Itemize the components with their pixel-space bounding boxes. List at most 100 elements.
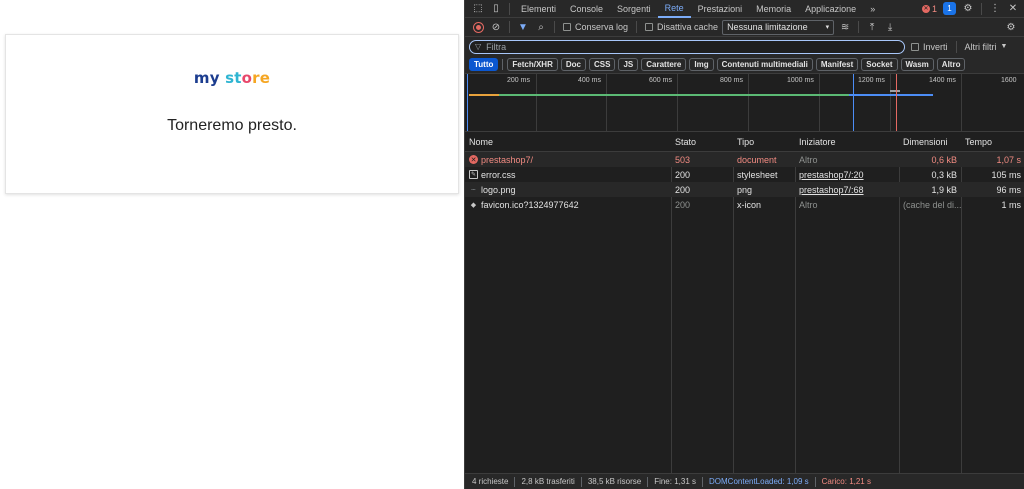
checkbox-box[interactable]: [645, 23, 654, 31]
logo-part: my: [193, 69, 220, 87]
network-settings-icon[interactable]: ⚙: [1002, 18, 1020, 36]
table-row[interactable]: ◆ favicon.ico?1324977642 200 x-icon Altr…: [465, 197, 1024, 212]
initiator-link[interactable]: prestashop7/:20: [795, 167, 899, 182]
checkbox-box[interactable]: [563, 23, 571, 31]
type-chip-js[interactable]: JS: [618, 58, 639, 71]
type-chip-all[interactable]: Tutto: [469, 58, 499, 71]
logo-part: o: [241, 69, 253, 87]
table-row[interactable]: ✎ error.css 200 stylesheet prestashop7/:…: [465, 167, 1024, 182]
filter-input-wrapper[interactable]: ▽: [469, 39, 905, 54]
type-chip-css[interactable]: CSS: [588, 58, 616, 71]
timeline-tick-label: 800 ms: [720, 77, 743, 84]
invert-checkbox[interactable]: Inverti: [911, 42, 948, 52]
type-chip-socket[interactable]: Socket: [861, 58, 898, 71]
request-name-cell[interactable]: ◆ favicon.ico?1324977642: [465, 197, 671, 212]
type-cell: png: [737, 184, 753, 195]
type-chip-media[interactable]: Contenuti multimediali: [716, 58, 813, 71]
column-header-size[interactable]: Dimensioni: [899, 132, 961, 152]
status-cell: 200: [675, 184, 691, 195]
more-tabs-button[interactable]: »: [863, 0, 882, 18]
disable-cache-checkbox[interactable]: Disattiva cache: [645, 22, 718, 32]
timeline-gridline: [677, 74, 678, 131]
maintenance-message: Torneremo presto.: [167, 117, 297, 134]
throttling-select[interactable]: Nessuna limitazione ▾: [722, 19, 835, 35]
gear-icon[interactable]: ⚙: [959, 0, 977, 18]
divider: [702, 476, 703, 487]
invert-label: Inverti: [923, 41, 948, 52]
download-icon[interactable]: ⤓: [881, 18, 899, 36]
request-name: logo.png: [481, 184, 516, 195]
table-header: Nome Stato Tipo Iniziatore Dimensioni Te…: [465, 132, 1024, 152]
tab-performance[interactable]: Prestazioni: [691, 0, 750, 18]
timeline-gridline: [606, 74, 607, 131]
type-chip-wasm[interactable]: Wasm: [900, 58, 934, 71]
kebab-menu-icon[interactable]: ⋮: [986, 0, 1004, 18]
initiator-cell: Altro: [799, 154, 818, 165]
column-header-status[interactable]: Stato: [671, 132, 733, 152]
device-toolbar-icon[interactable]: ▯: [487, 0, 505, 18]
status-cell: 503: [675, 154, 691, 165]
request-name: prestashop7/: [481, 154, 534, 165]
type-chip-font[interactable]: Carattere: [641, 58, 687, 71]
waterfall-bar: [849, 94, 933, 96]
time-cell: 96 ms: [996, 184, 1021, 195]
timeline-tick-label: 1000 ms: [787, 77, 814, 84]
request-name-cell[interactable]: ✎ error.css: [465, 167, 671, 182]
devtools-panel: ⬚ ▯ Elementi Console Sorgenti Rete Prest…: [464, 0, 1024, 489]
tab-console[interactable]: Console: [563, 0, 610, 18]
checkbox-box[interactable]: [911, 42, 919, 51]
divider: [647, 476, 649, 487]
tab-memory[interactable]: Memoria: [749, 0, 798, 18]
divider: [509, 2, 510, 15]
tab-elements[interactable]: Elementi: [514, 0, 563, 18]
filter-input[interactable]: [486, 41, 867, 52]
tab-sources[interactable]: Sorgenti: [610, 0, 658, 18]
type-chip-doc[interactable]: Doc: [560, 58, 586, 71]
divider: [580, 476, 582, 487]
column-header-time[interactable]: Tempo: [961, 132, 1024, 152]
type-chip-manifest[interactable]: Manifest: [815, 58, 859, 71]
request-name: error.css: [481, 169, 516, 180]
clear-icon[interactable]: ⊘: [487, 18, 505, 36]
type-cell: document: [737, 154, 777, 165]
request-name-cell[interactable]: ✕ prestashop7/: [465, 152, 671, 167]
type-chip-other[interactable]: Altro: [936, 58, 966, 71]
preserve-log-checkbox[interactable]: Conserva log: [563, 22, 628, 32]
network-conditions-icon[interactable]: ≋: [836, 18, 854, 36]
column-header-type[interactable]: Tipo: [733, 132, 795, 152]
table-row[interactable]: ✕ prestashop7/ 503 document Altro 0,6 kB…: [465, 152, 1024, 167]
more-filters-dropdown[interactable]: Altri filtri ▼: [965, 42, 1008, 52]
timeline-tick-label: 1400 ms: [929, 77, 956, 84]
type-chip-fetch-xhr[interactable]: Fetch/XHR: [507, 58, 558, 71]
logo-part: st: [225, 69, 242, 87]
status-cell: 200: [675, 199, 691, 210]
upload-icon[interactable]: ⤒: [863, 18, 881, 36]
waterfall-bar: [469, 94, 499, 96]
time-cell: 1,07 s: [996, 154, 1021, 165]
waterfall-bar: [890, 90, 900, 92]
table-row[interactable]: ┄ logo.png 200 png prestashop7/:68 1,9 k…: [465, 182, 1024, 197]
type-cell: stylesheet: [737, 169, 778, 180]
request-name-cell[interactable]: ┄ logo.png: [465, 182, 671, 197]
close-icon[interactable]: ✕: [1004, 0, 1022, 18]
preserve-log-label: Conserva log: [575, 22, 629, 32]
type-chip-img[interactable]: Img: [689, 58, 714, 71]
column-header-initiator[interactable]: Iniziatore: [795, 132, 899, 152]
divider: [858, 21, 860, 33]
filter-funnel-icon[interactable]: ▼: [514, 18, 532, 36]
inspect-element-icon[interactable]: ⬚: [469, 0, 487, 18]
dom-content-loaded-time: DOMContentLoaded: 1,09 s: [709, 477, 809, 486]
initiator-link[interactable]: prestashop7/:68: [795, 182, 899, 197]
tab-application[interactable]: Applicazione: [798, 0, 863, 18]
network-overview-timeline[interactable]: 200 ms 400 ms 600 ms 800 ms 1000 ms 1200…: [465, 74, 1024, 132]
column-header-name[interactable]: Nome: [465, 132, 671, 152]
timeline-tick-label: 1200 ms: [858, 77, 885, 84]
search-icon[interactable]: ⌕: [532, 18, 550, 36]
tab-network[interactable]: Rete: [657, 0, 691, 18]
initiator-cell: Altro: [799, 199, 818, 210]
stylesheet-icon: ✎: [469, 170, 478, 179]
issues-badge[interactable]: 1: [943, 2, 956, 15]
web-page: my store Torneremo presto.: [0, 0, 464, 489]
error-counter[interactable]: ✕ 1: [921, 4, 937, 14]
record-button[interactable]: [469, 18, 487, 36]
